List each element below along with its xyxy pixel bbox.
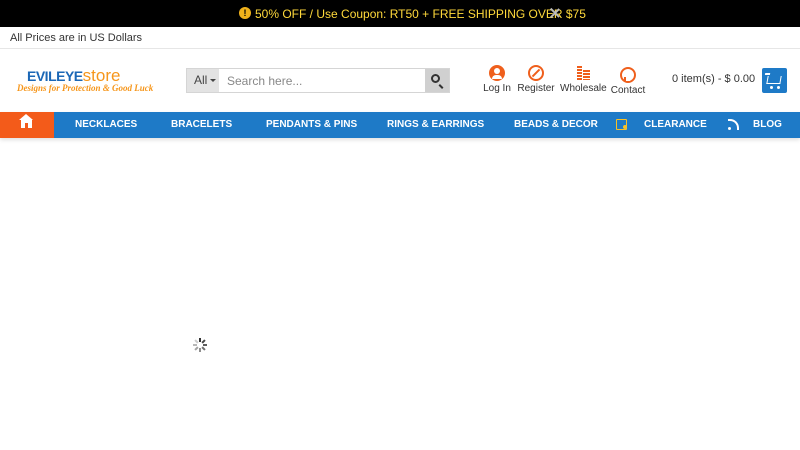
contact-link[interactable]: Contact (610, 65, 646, 96)
login-link[interactable]: Log In (483, 65, 511, 95)
currency-strip: All Prices are in US Dollars (0, 27, 800, 49)
compass-icon (528, 65, 544, 81)
search-input[interactable] (221, 69, 425, 92)
promo-bar: ! 50% OFF / Use Coupon: RT50 + FREE SHIP… (0, 0, 800, 27)
user-icon (489, 65, 505, 81)
cart-wheel (777, 86, 780, 89)
close-icon[interactable] (549, 7, 561, 19)
register-label: Register (517, 83, 555, 94)
home-icon (19, 114, 33, 128)
main-navigation: NECKLACES BRACELETS PENDANTS & PINS RING… (0, 112, 800, 138)
search-button[interactable] (425, 69, 449, 92)
nav-item-clearance[interactable]: CLEARANCE (644, 119, 707, 130)
tag-icon (616, 119, 627, 130)
contact-label: Contact (610, 85, 646, 96)
nav-item-beads-decor[interactable]: BEADS & DECOR (514, 119, 598, 130)
logo-tagline: Designs for Protection & Good Luck (17, 83, 154, 93)
cart-icon (766, 76, 782, 84)
chat-icon (620, 67, 636, 83)
promo-text: 50% OFF / Use Coupon: RT50 + FREE SHIPPI… (255, 7, 586, 21)
site-logo[interactable]: EVILEYEstore Designs for Protection & Go… (17, 66, 157, 96)
home-button[interactable] (0, 112, 54, 138)
nav-item-bracelets[interactable]: BRACELETS (171, 119, 232, 130)
search-category-value: All (194, 73, 208, 87)
cart-summary[interactable]: 0 item(s) - $ 0.00 (672, 73, 755, 85)
cart-wheel (770, 86, 773, 89)
nav-item-blog[interactable]: BLOG (753, 119, 782, 130)
nav-item-pendants-pins[interactable]: PENDANTS & PINS (266, 119, 357, 130)
register-link[interactable]: Register (516, 65, 556, 95)
currency-note: All Prices are in US Dollars (10, 32, 143, 44)
wholesale-label: Wholesale (560, 83, 607, 94)
warning-icon: ! (239, 7, 251, 19)
loading-spinner-icon (193, 338, 207, 352)
nav-item-rings-earrings[interactable]: RINGS & EARRINGS (387, 119, 484, 130)
rss-icon (728, 119, 740, 131)
search-category-select[interactable]: All (187, 69, 219, 92)
coins-icon (575, 65, 591, 81)
cart-button[interactable] (762, 68, 787, 93)
login-label: Log In (483, 83, 511, 94)
nav-item-necklaces[interactable]: NECKLACES (75, 119, 137, 130)
chevron-down-icon (210, 79, 217, 83)
logo-primary: EVILEYE (27, 68, 83, 84)
search-icon (431, 74, 440, 83)
search-bar: All (186, 68, 450, 93)
wholesale-link[interactable]: Wholesale (560, 65, 607, 95)
